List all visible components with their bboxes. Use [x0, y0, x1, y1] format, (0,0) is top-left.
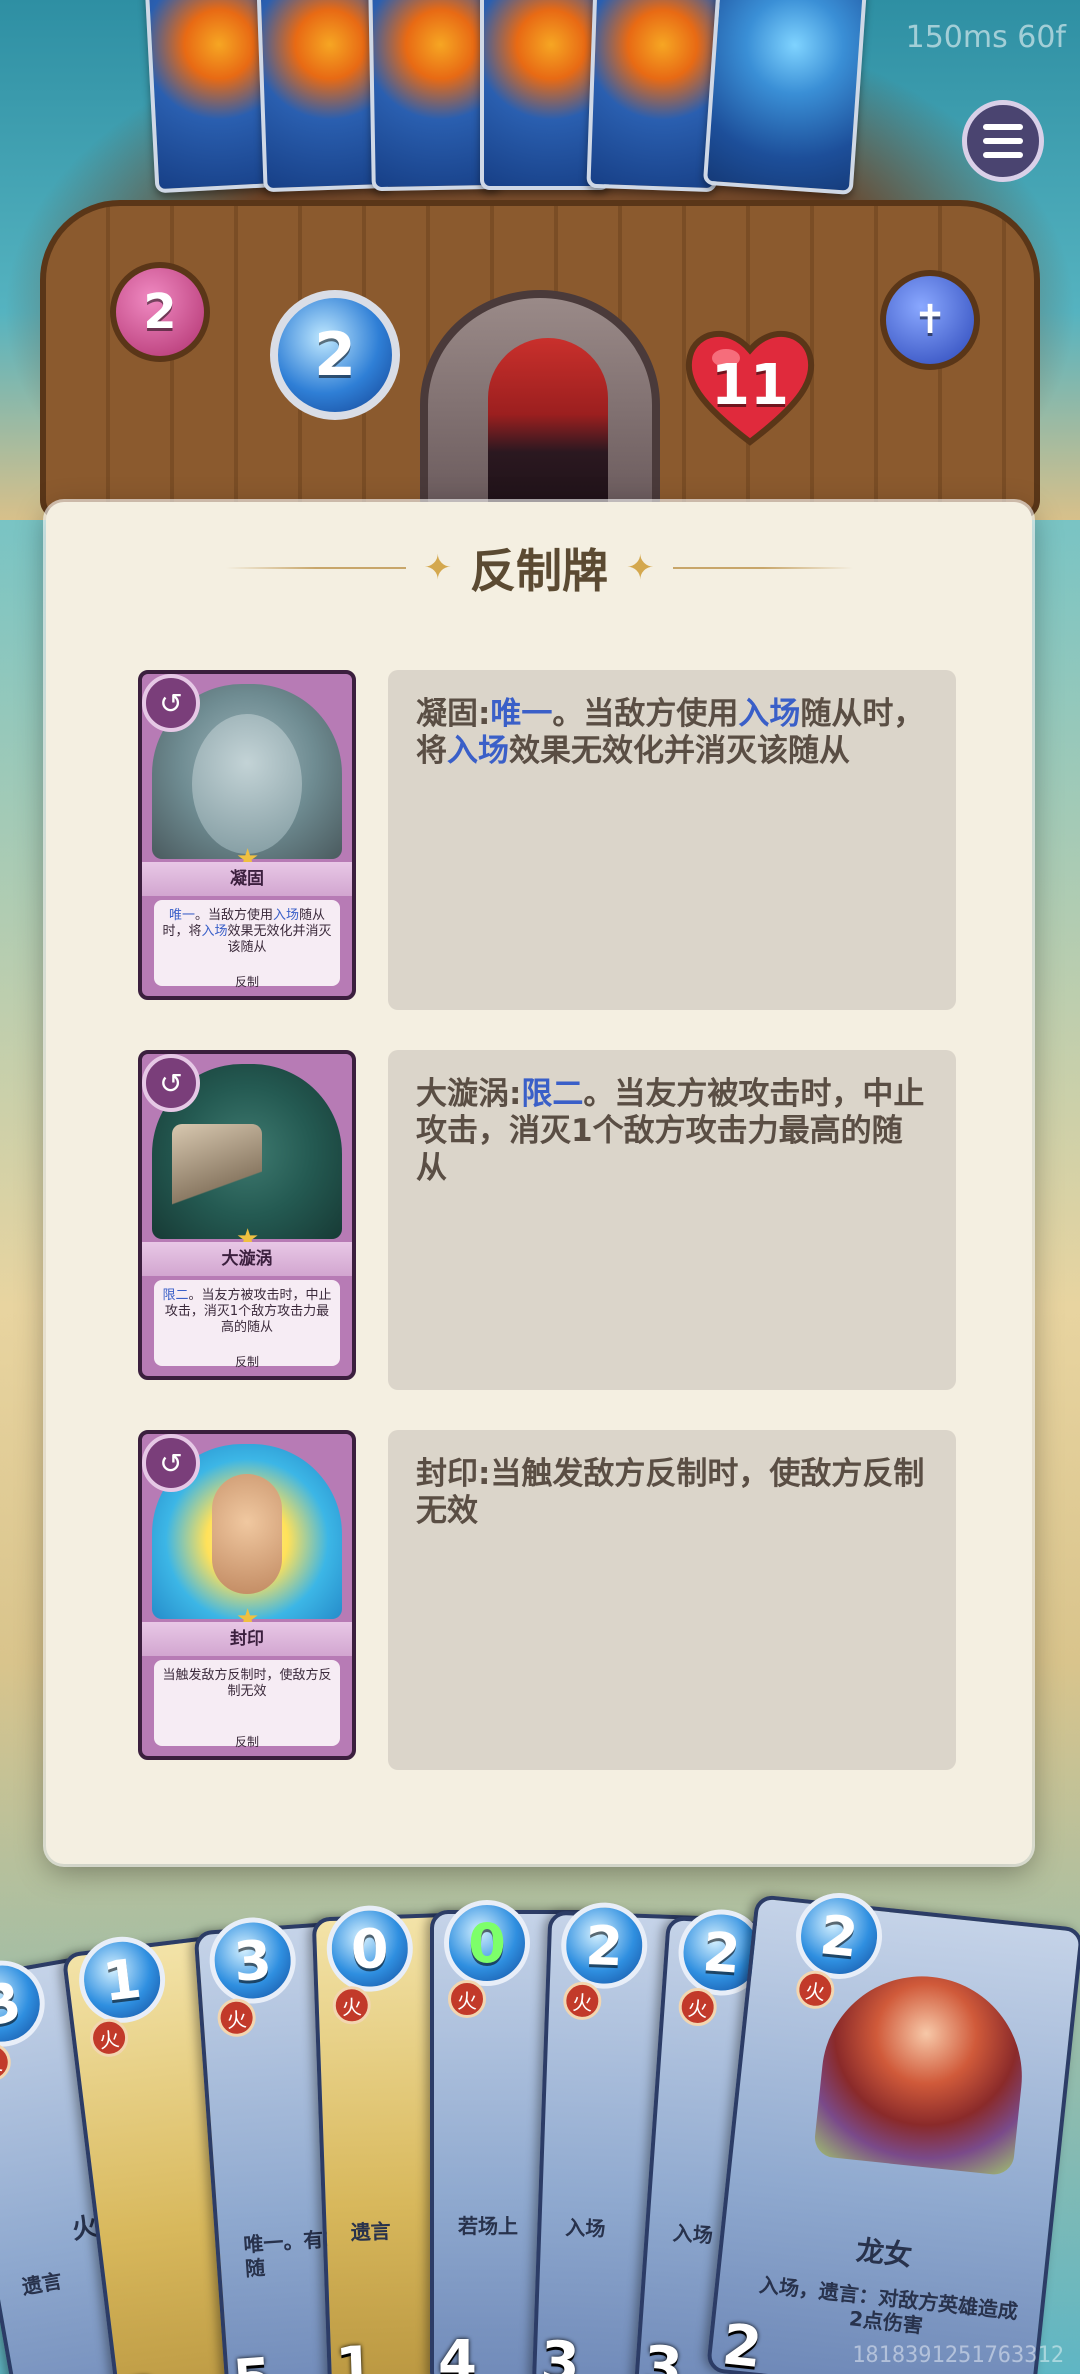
opponent-hero-portrait[interactable] — [420, 290, 660, 520]
card-cost: 3 — [206, 1914, 299, 2007]
card-cost: 0 — [325, 1904, 415, 1994]
counter-card[interactable]: ↺ ★ 封印 当触发敌方反制时，使敌方反制无效 反制 — [138, 1430, 356, 1760]
counter-type-icon: ↺ — [142, 674, 200, 732]
opponent-card-back — [586, 0, 724, 193]
card-attack: 3 — [121, 2364, 168, 2374]
opponent-card-back — [702, 0, 868, 195]
card-attack: 4 — [438, 2329, 477, 2374]
counter-card[interactable]: ↺ ★ 凝固 唯一。当敌方使用入场随从时，将入场效果无效化并消灭该随从 反制 — [138, 670, 356, 1000]
card-cost: 3 — [0, 1953, 52, 2054]
fire-element-icon: 火 — [332, 1985, 372, 2025]
hand-card-focused[interactable]: 2 火 龙女 入场，遗言：对敌方英雄造成2点伤害 2 — [705, 1888, 1080, 2374]
opponent-area: 2 2 11 ✝ 150ms 60f — [0, 0, 1080, 520]
card-cost: 2 — [559, 1901, 649, 1991]
opponent-mana-orb: 2 — [270, 290, 400, 420]
card-attack: 3 — [539, 2329, 581, 2374]
card-type-label: 反制 — [234, 975, 259, 989]
sparkle-icon: ✦ — [626, 548, 655, 588]
opponent-counter-orb[interactable]: 2 — [110, 262, 210, 362]
card-attack: 2 — [719, 2312, 765, 2374]
fire-element-icon: 火 — [0, 2040, 14, 2085]
card-cost: 1 — [74, 1931, 171, 2028]
opponent-health-heart: 11 — [680, 320, 820, 450]
card-text: 入场，遗言：对敌方英雄造成2点伤害 — [757, 2272, 1020, 2338]
card-type-label: 反制 — [234, 1355, 259, 1369]
opponent-graveyard-button[interactable]: ✝ — [880, 270, 980, 370]
counter-entry: ↺ ★ 凝固 唯一。当敌方使用入场随从时，将入场效果无效化并消灭该随从 反制 凝… — [46, 670, 1032, 1030]
hero-figure — [488, 338, 608, 512]
menu-button[interactable] — [962, 100, 1044, 182]
hamburger-icon — [983, 124, 1023, 130]
counter-type-icon: ↺ — [142, 1054, 200, 1112]
counter-cards-dialog: ✦ 反制牌 ✦ ↺ ★ 凝固 唯一。当敌方使用入场随从时，将入场效果无效化并消灭… — [46, 502, 1032, 1864]
opponent-hand — [144, 0, 930, 200]
counter-detail-text: 封印:当触发敌方反制时，使敌方反制无效 — [388, 1430, 956, 1770]
card-name: 凝固 — [142, 862, 352, 896]
card-attack: 5 — [231, 2346, 274, 2374]
dialog-title: 反制牌 — [470, 544, 608, 598]
counter-detail-text: 大漩涡:限二。当友方被攻击时，中止攻击，消灭1个敌方攻击力最高的随从 — [388, 1050, 956, 1390]
opponent-mana-value: 2 — [314, 320, 356, 390]
player-hand: 3 火 火 遗言 3 1 火 3 3 火 唯一。有1只 害，随 5 0 火 遗言… — [0, 1860, 1080, 2374]
card-name: 封印 — [142, 1622, 352, 1656]
fire-element-icon: 火 — [448, 1980, 486, 2018]
dragon-girl-portrait — [812, 1966, 1032, 2177]
card-name: 大漩涡 — [142, 1242, 352, 1276]
counter-entry: ↺ ★ 大漩涡 限二。当友方被攻击时，中止攻击，消灭1个敌方攻击力最高的随从 反… — [46, 1050, 1032, 1410]
counter-type-icon: ↺ — [142, 1434, 200, 1492]
fire-element-icon: 火 — [562, 1981, 602, 2021]
session-id: 1818391251763312 — [852, 2343, 1064, 2368]
counter-card[interactable]: ↺ ★ 大漩涡 限二。当友方被攻击时，中止攻击，消灭1个敌方攻击力最高的随从 反… — [138, 1050, 356, 1380]
title-flourish-right — [672, 563, 853, 573]
fire-element-icon: 火 — [87, 2016, 131, 2059]
card-cost: 0 — [444, 1900, 530, 1986]
card-attack: 1 — [334, 2334, 376, 2374]
card-attack: 3 — [641, 2334, 685, 2374]
sparkle-icon: ✦ — [423, 548, 453, 588]
card-type-label: 反制 — [234, 1735, 259, 1749]
tombstone-icon: ✝ — [913, 297, 947, 343]
opponent-counter-value: 2 — [143, 284, 177, 340]
opponent-health-value: 11 — [711, 352, 789, 418]
counter-detail-text: 凝固:唯一。当敌方使用入场随从时，将入场效果无效化并消灭该随从 — [388, 670, 956, 1010]
counter-entry: ↺ ★ 封印 当触发敌方反制时，使敌方反制无效 反制 封印:当触发敌方反制时，使… — [46, 1430, 1032, 1790]
title-flourish-left — [225, 563, 406, 573]
card-cost: 2 — [791, 1888, 887, 1984]
perf-readout: 150ms 60f — [905, 20, 1066, 55]
dialog-header: ✦ 反制牌 ✦ — [46, 538, 1032, 598]
